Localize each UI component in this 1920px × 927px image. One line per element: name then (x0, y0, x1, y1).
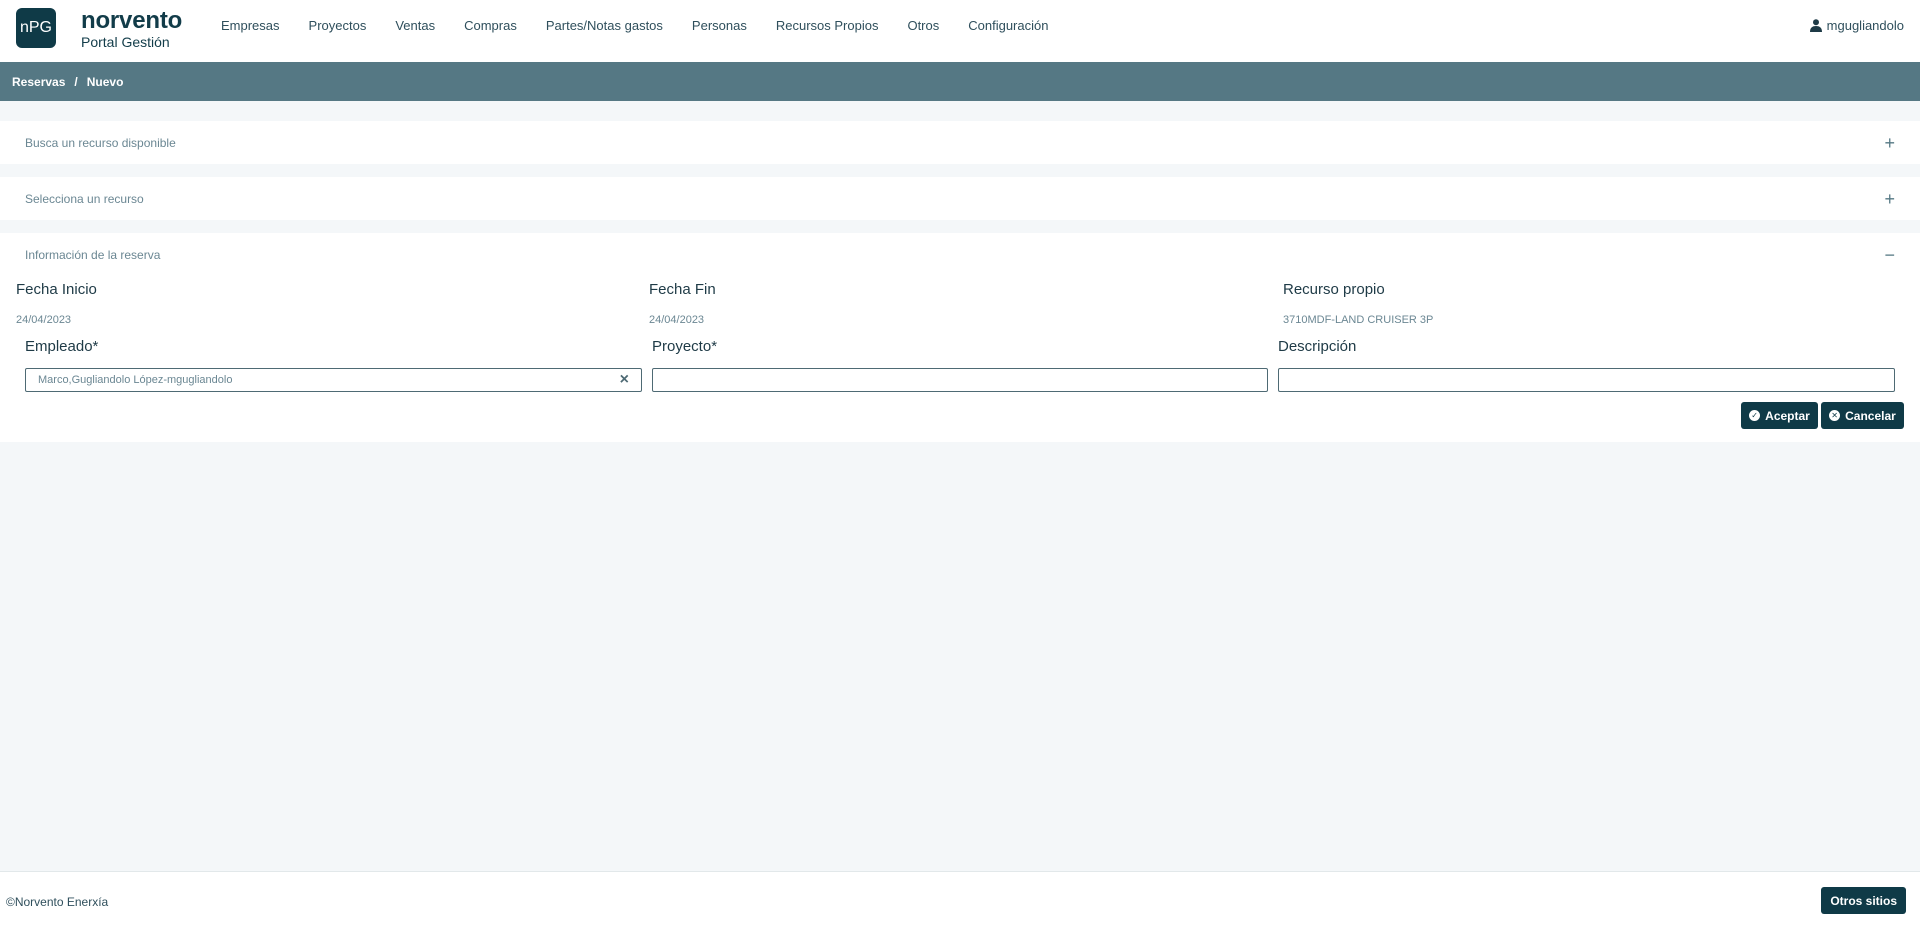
cancelar-label: Cancelar (1845, 408, 1896, 423)
panel-search-header[interactable]: Busca un recurso disponible + (0, 121, 1920, 164)
close-icon[interactable]: × (620, 372, 629, 388)
brand[interactable]: norvento Portal Gestión (81, 7, 183, 51)
x-circle-icon: ✕ (1829, 410, 1841, 421)
user-menu[interactable]: mgugliandolo (1809, 18, 1904, 33)
plus-icon[interactable]: + (1884, 190, 1895, 208)
plus-icon[interactable]: + (1884, 134, 1895, 152)
panel-select-resource: Selecciona un recurso + (0, 177, 1920, 220)
proyecto-label: Proyecto* (652, 338, 718, 355)
brand-subtitle: Portal Gestión (81, 34, 170, 50)
footer-copyright: ©Norvento Enerxía (6, 895, 109, 909)
recurso-propio-value: 3710MDF-LAND CRUISER 3P (1283, 314, 1434, 326)
otros-sitios-button[interactable]: Otros sitios (1821, 887, 1906, 914)
main-nav: Empresas Proyectos Ventas Compras Partes… (221, 18, 1077, 33)
breadcrumb-reservas[interactable]: Reservas (12, 75, 65, 89)
descripcion-input[interactable] (1278, 368, 1895, 392)
check-circle-icon: ✓ (1749, 410, 1761, 421)
panel-info-title: Información de la reserva (25, 247, 161, 262)
breadcrumb: Reservas / Nuevo (0, 62, 1920, 101)
fecha-inicio-value: 24/04/2023 (16, 314, 72, 326)
nav-personas[interactable]: Personas (692, 18, 747, 33)
user-name: mgugliandolo (1826, 18, 1904, 33)
panel-select-header[interactable]: Selecciona un recurso + (0, 177, 1920, 220)
nav-recursos-propios[interactable]: Recursos Propios (776, 18, 879, 33)
nav-compras[interactable]: Compras (464, 18, 517, 33)
minus-icon[interactable]: − (1884, 246, 1895, 264)
nav-otros[interactable]: Otros (907, 18, 939, 33)
aceptar-button[interactable]: ✓ Aceptar (1741, 402, 1818, 429)
brand-name: norvento (81, 7, 183, 34)
fecha-fin-label: Fecha Fin (649, 281, 716, 298)
nav-partes-notas-gastos[interactable]: Partes/Notas gastos (546, 18, 663, 33)
empleado-select[interactable]: Marco,Gugliandolo López-mgugliandolo × (25, 368, 642, 392)
panel-search-title: Busca un recurso disponible (25, 135, 176, 150)
panel-select-title: Selecciona un recurso (25, 191, 144, 206)
aceptar-label: Aceptar (1765, 408, 1810, 423)
top-navbar: nPG norvento Portal Gestión Empresas Pro… (0, 0, 1920, 62)
panel-reservation-info: Información de la reserva − Fecha Inicio… (0, 233, 1920, 442)
logo[interactable]: nPG (16, 8, 56, 48)
empleado-label: Empleado* (25, 338, 99, 355)
nav-empresas[interactable]: Empresas (221, 18, 280, 33)
recurso-propio-label: Recurso propio (1283, 281, 1385, 298)
empleado-selected-value: Marco,Gugliandolo López-mgugliandolo (38, 374, 233, 386)
descripcion-label: Descripción (1278, 338, 1357, 355)
cancelar-button[interactable]: ✕ Cancelar (1821, 402, 1904, 429)
panel-info-header[interactable]: Información de la reserva − (0, 233, 1920, 276)
user-icon (1809, 19, 1822, 32)
breadcrumb-nuevo: Nuevo (86, 74, 124, 89)
nav-proyectos[interactable]: Proyectos (309, 18, 367, 33)
panel-search-resource: Busca un recurso disponible + (0, 121, 1920, 164)
proyecto-input[interactable] (652, 368, 1268, 392)
nav-ventas[interactable]: Ventas (395, 18, 435, 33)
nav-configuracion[interactable]: Configuración (968, 18, 1048, 33)
breadcrumb-separator: / (74, 74, 78, 89)
fecha-fin-value: 24/04/2023 (649, 314, 705, 326)
fecha-inicio-label: Fecha Inicio (16, 281, 97, 298)
footer: ©Norvento Enerxía Otros sitios (0, 871, 1920, 927)
